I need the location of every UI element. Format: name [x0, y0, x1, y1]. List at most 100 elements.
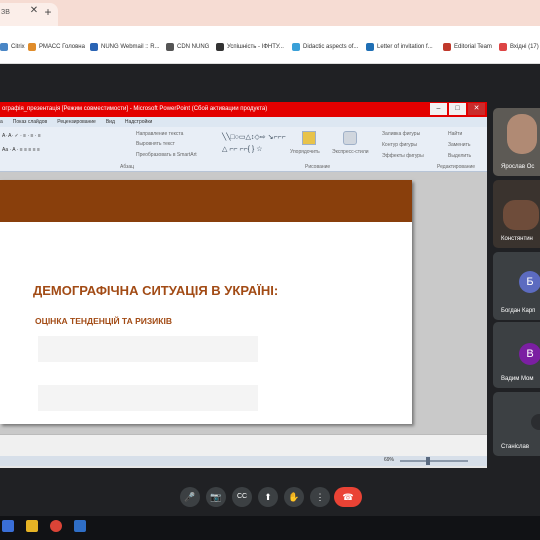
- folder-icon[interactable]: [26, 520, 38, 532]
- bookmark-label: Citrix: [11, 44, 25, 50]
- participant-tile[interactable]: В Вадим Мом: [493, 322, 540, 388]
- bookmark-label: Успішність - ІФНТУ...: [227, 44, 284, 50]
- select-button: Выделить: [448, 153, 472, 159]
- arrange-button: Упорядочить: [290, 149, 320, 155]
- hangup-icon: ☎: [342, 492, 354, 502]
- citrix-icon: [0, 43, 8, 51]
- bookmark-label: Вхідні (17): [510, 44, 539, 50]
- arrange-icon: [302, 131, 316, 145]
- webmail-icon: [90, 43, 98, 51]
- chrome-icon[interactable]: [50, 520, 62, 532]
- close-tab-icon[interactable]: ✕: [28, 5, 40, 17]
- bookmark-label: Didactic aspects of...: [303, 44, 359, 50]
- bookmark-label: NUNG Webmail :: R...: [101, 44, 160, 50]
- font-controls: A· A· ✓ · ≡ · ≡ · ≡: [2, 133, 41, 139]
- bookmark-rmass[interactable]: РМАСС Головна: [28, 43, 85, 51]
- bookmark-uspishnist[interactable]: Успішність - ІФНТУ...: [216, 43, 284, 51]
- bookmark-inbox[interactable]: Вхідні (17): [499, 43, 539, 51]
- close-icon: ✕: [468, 103, 485, 115]
- participant-video-face: [507, 114, 537, 154]
- slide-placeholder: [38, 385, 258, 411]
- camera-button[interactable]: 📷: [206, 487, 226, 507]
- text-direction: Направление текста: [136, 131, 184, 137]
- app-icon[interactable]: [74, 520, 86, 532]
- captions-button[interactable]: CC: [232, 487, 252, 507]
- camera-icon: 📷: [210, 492, 222, 502]
- new-tab-button[interactable]: +: [41, 5, 55, 19]
- participant-video-face: [503, 200, 539, 230]
- present-button[interactable]: ⬆: [258, 487, 278, 507]
- slide-placeholder: [38, 336, 258, 362]
- ribbon-tab: а: [0, 119, 3, 125]
- avatar: В: [519, 343, 540, 365]
- bookmarks-bar: Citrix РМАСС Головна NUNG Webmail :: R..…: [0, 26, 540, 64]
- bookmark-webmail[interactable]: NUNG Webmail :: R...: [90, 43, 160, 51]
- bookmark-label: РМАСС Головна: [39, 44, 85, 50]
- zoom-level: 69%: [384, 457, 395, 463]
- leave-call-button[interactable]: ☎: [334, 487, 362, 507]
- shape-outline: Контур фигуры: [382, 142, 417, 148]
- participant-tile-video[interactable]: Констянтин: [493, 180, 540, 248]
- browser-tab-strip: [0, 0, 540, 26]
- zoom-slider: [400, 460, 468, 462]
- bookmark-editorial[interactable]: Editorial Team: [443, 43, 492, 51]
- quick-styles-icon: [343, 131, 357, 145]
- raise-hand-button[interactable]: ✋: [284, 487, 304, 507]
- ribbon-tab-view: Вид: [105, 119, 115, 125]
- shapes-gallery: ╲╲□○▭△↕◇⇨ ↘⌐⌐⌐: [222, 134, 286, 141]
- find-button: Найти: [448, 131, 463, 137]
- avatar: [531, 414, 540, 430]
- captions-icon: CC: [236, 493, 248, 500]
- mic-icon: 🎤: [184, 492, 196, 502]
- bookmark-didactic[interactable]: Didactic aspects of...: [292, 43, 358, 51]
- shapes-gallery-row2: △ ⌐⌐ ⌐⌐{ } ☆: [222, 146, 263, 153]
- replace-button: Заменить: [448, 142, 471, 148]
- editorial-icon: [443, 43, 451, 51]
- shape-fill: Заливка фигуры: [382, 131, 421, 137]
- present-icon: ⬆: [264, 492, 272, 502]
- ppt-window-controls: – □ ✕: [430, 103, 485, 115]
- participant-name: Станіслав: [501, 444, 530, 450]
- participant-name: Ярослав Ос: [501, 164, 535, 170]
- cdn-icon: [166, 43, 174, 51]
- shape-effects: Эффекты фигуры: [382, 153, 424, 159]
- notes-pane: [0, 434, 487, 456]
- editing-group-label: Редактирование: [437, 164, 476, 170]
- bookmark-label: Editorial Team: [454, 44, 492, 50]
- slide-subtitle: ОЦІНКА ТЕНДЕНЦІЙ ТА РИЗИКІВ: [35, 316, 172, 326]
- participant-tile[interactable]: Б Богдан Карп: [493, 252, 540, 320]
- ppt-title-bar: ографія_презентація [Режим совместимости…: [0, 102, 487, 117]
- more-options-button[interactable]: ⋮: [310, 487, 330, 507]
- participant-tile-video[interactable]: Ярослав Ос: [493, 108, 540, 176]
- zoom-slider-knob: [426, 457, 430, 465]
- bookmark-letter[interactable]: Letter of invitation f...: [366, 43, 433, 51]
- microphone-button[interactable]: 🎤: [180, 487, 200, 507]
- quick-styles-button: Экспресс-стили: [332, 149, 369, 155]
- drawing-group-label: Рисование: [305, 164, 331, 170]
- bookmark-citrix[interactable]: Citrix: [0, 43, 25, 51]
- paragraph-group-label: Абзац: [120, 164, 135, 170]
- ribbon-tab-addins: Надстройки: [124, 119, 153, 125]
- maximize-icon: □: [449, 103, 466, 115]
- ribbon: A· A· ✓ · ≡ · ≡ · ≡ Aa · A · ≡ ≡ ≡ ≡ ≡ Н…: [0, 127, 487, 172]
- more-vert-icon: ⋮: [315, 492, 325, 502]
- slide-header-band: [0, 180, 412, 222]
- participant-name: Богдан Карп: [501, 308, 536, 314]
- bookmark-label: CDN NUNG: [177, 44, 210, 50]
- convert-smartart: Преобразовать в SmartArt: [136, 152, 197, 158]
- ribbon-tab-review: Рецензирование: [57, 119, 96, 125]
- letter-icon: [366, 43, 374, 51]
- participant-tile[interactable]: Станіслав: [493, 392, 540, 456]
- save-icon[interactable]: [2, 520, 14, 532]
- bookmark-cdn[interactable]: CDN NUNG: [166, 43, 209, 51]
- didactic-icon: [292, 43, 300, 51]
- participant-name: Констянтин: [501, 236, 533, 242]
- hand-icon: ✋: [288, 492, 300, 502]
- slide-title: ДЕМОГРАФІЧНА СИТУАЦІЯ В УКРАЇНІ:: [33, 283, 279, 298]
- participant-name: Вадим Мом: [501, 376, 534, 382]
- align-text: Выровнять текст: [136, 141, 175, 147]
- bookmark-label: Letter of invitation f...: [377, 44, 433, 50]
- gmail-icon: [499, 43, 507, 51]
- font-color-controls: Aa · A · ≡ ≡ ≡ ≡ ≡: [2, 147, 40, 153]
- minimize-icon: –: [430, 103, 447, 115]
